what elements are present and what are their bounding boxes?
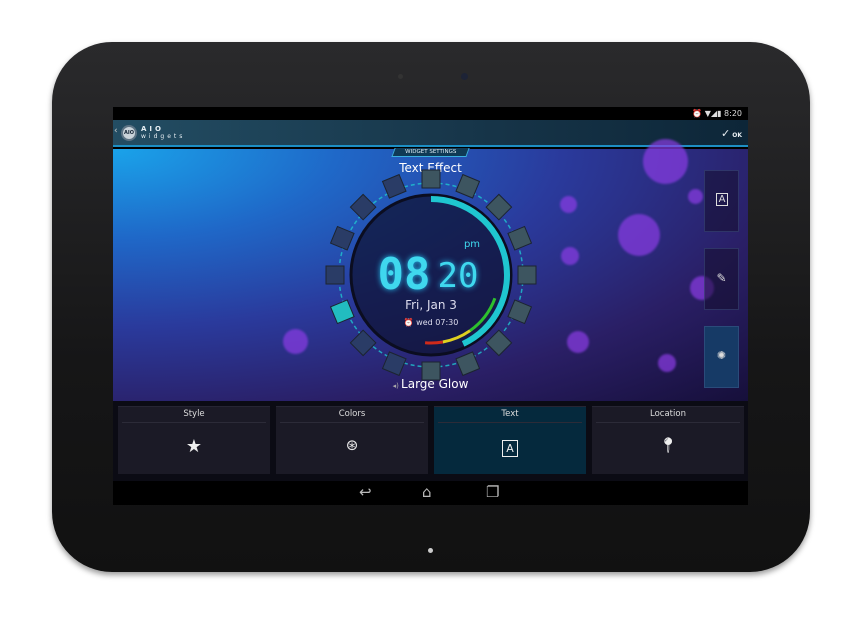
side-button-pencil[interactable]: ✎ bbox=[704, 248, 739, 310]
clock-tile bbox=[325, 265, 345, 285]
navigation-bar: ↩ ⌂ ❐ bbox=[113, 481, 748, 505]
battery-arc-red bbox=[424, 340, 444, 345]
section-title: WIDGET SETTINGS bbox=[391, 148, 470, 157]
speaker-icon: ◂) bbox=[392, 382, 402, 390]
tab-bar: Style ★ Colors ⊛ Text A Location 📍︎ bbox=[113, 401, 748, 481]
app-logo[interactable]: AIO bbox=[121, 125, 137, 141]
clock-tile bbox=[349, 193, 377, 221]
home-icon[interactable]: ⌂ bbox=[422, 483, 432, 501]
star-icon: ★ bbox=[185, 436, 203, 457]
side-button-text[interactable]: A bbox=[704, 170, 739, 232]
clock-alarm: ⏰ wed 07:30 bbox=[404, 317, 459, 327]
tab-text[interactable]: Text A bbox=[434, 406, 586, 474]
clock-ampm: pm bbox=[464, 239, 480, 250]
clock-tile bbox=[517, 265, 537, 285]
side-button-glow[interactable]: ✺ bbox=[704, 326, 739, 388]
sensor bbox=[398, 74, 403, 79]
clock-tile bbox=[507, 225, 533, 251]
pencil-icon: ✎ bbox=[716, 271, 727, 285]
location-pin-icon: 📍︎ bbox=[658, 436, 678, 454]
clock-widget: 08 20 pm Fri, Jan 3 ⏰ wed 07:30 bbox=[325, 169, 537, 381]
effect-value[interactable]: ◂) Large Glow bbox=[113, 377, 748, 391]
widget-preview: Text Effect 08 20 pm Fri, Jan 3 ⏰ wed 07:30 … bbox=[113, 139, 748, 401]
camera bbox=[461, 73, 468, 80]
screen: ⏰ ▼◢▮ 8:20 ‹ AIO AIO widgets ✓ OK Text Eff… bbox=[113, 107, 748, 505]
clock-hour: 08 bbox=[378, 249, 431, 300]
clock-tile bbox=[329, 225, 355, 251]
tab-style[interactable]: Style ★ bbox=[118, 406, 270, 474]
status-time: 8:20 bbox=[724, 109, 742, 118]
alarm-icon: ⏰ bbox=[692, 109, 703, 118]
back-button[interactable]: ‹ bbox=[114, 126, 118, 136]
status-bar: ⏰ ▼◢▮ 8:20 bbox=[113, 107, 748, 120]
clock-tile bbox=[455, 351, 481, 377]
back-icon[interactable]: ↩ bbox=[359, 483, 372, 501]
check-icon: ✓ bbox=[721, 127, 731, 140]
glow-icon: ✺ bbox=[716, 349, 727, 362]
color-circles-icon: ⊛ bbox=[345, 436, 359, 454]
clock-face bbox=[349, 193, 513, 357]
notification-led bbox=[428, 548, 433, 553]
clock-minute: 20 bbox=[438, 256, 479, 296]
clock-tile bbox=[485, 329, 513, 357]
tab-location[interactable]: Location 📍︎ bbox=[592, 406, 744, 474]
clock-tile bbox=[421, 169, 441, 189]
clock-date: Fri, Jan 3 bbox=[405, 298, 457, 312]
app-name: AIO widgets bbox=[141, 125, 186, 140]
battery-icon: ▮ bbox=[717, 109, 722, 118]
tab-colors[interactable]: Colors ⊛ bbox=[276, 406, 428, 474]
recents-icon[interactable]: ❐ bbox=[486, 483, 499, 501]
clock-tile bbox=[349, 329, 377, 357]
ok-button[interactable]: ✓ OK bbox=[721, 127, 742, 140]
text-box-icon: A bbox=[434, 436, 586, 457]
clock-tile bbox=[507, 299, 533, 325]
text-box-icon: A bbox=[716, 193, 728, 206]
clock-tile bbox=[485, 193, 513, 221]
